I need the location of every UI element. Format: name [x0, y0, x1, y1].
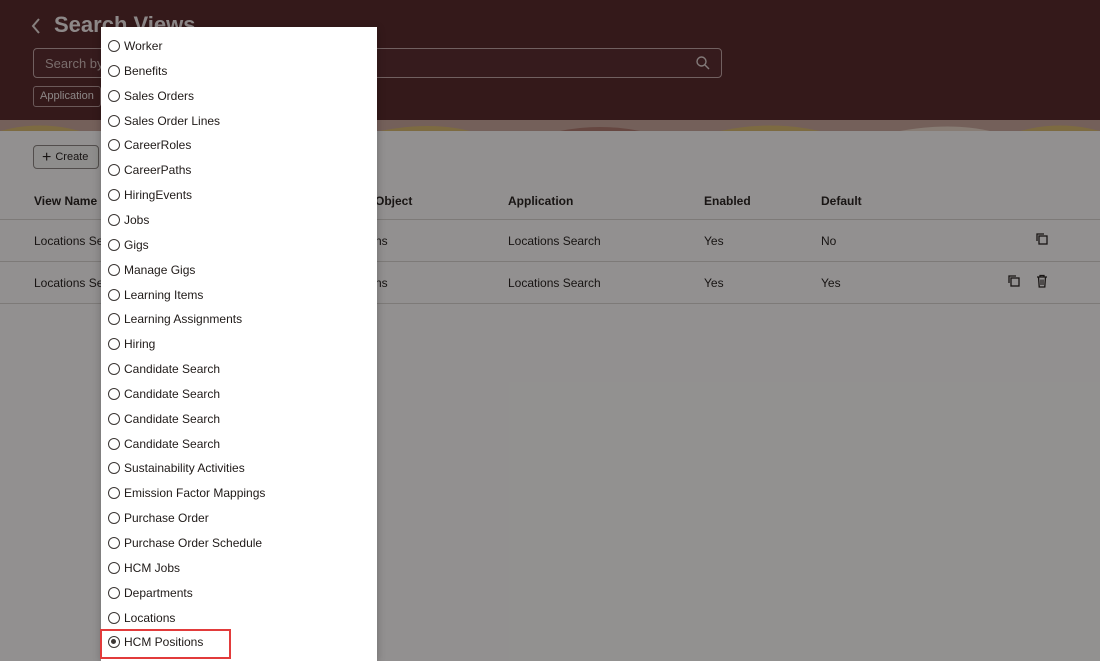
option-label: Learning Items — [124, 287, 204, 302]
radio-button[interactable] — [108, 288, 120, 301]
radio-button[interactable] — [108, 611, 120, 624]
option-item[interactable]: Manage Gigs — [101, 258, 377, 283]
radio-button[interactable] — [108, 537, 120, 549]
option-label: Candidate Search — [124, 386, 221, 401]
option-item[interactable]: Candidate Search — [101, 407, 377, 432]
radio-button[interactable] — [108, 363, 120, 376]
option-item[interactable]: Emission Factor Mappings — [101, 481, 377, 506]
option-label: Departments — [124, 585, 193, 600]
option-item[interactable]: Benefits — [101, 59, 377, 84]
radio-button[interactable] — [108, 338, 120, 351]
selection-highlight-box — [100, 629, 231, 659]
radio-button[interactable] — [108, 412, 120, 425]
radio-button[interactable] — [108, 487, 120, 500]
option-label: Emission Factor Mappings — [124, 486, 266, 501]
option-label: Candidate Search — [124, 436, 221, 451]
option-item[interactable]: Purchase Order — [101, 506, 377, 531]
option-item[interactable]: CareerRoles — [101, 133, 377, 158]
option-item[interactable]: HiringEvents — [101, 183, 377, 208]
radio-button[interactable] — [108, 213, 120, 226]
option-label: Manage Gigs — [124, 262, 196, 277]
option-label: Sales Order Lines — [124, 113, 221, 128]
option-item[interactable]: Candidate Search — [101, 382, 377, 407]
radio-button[interactable] — [108, 164, 120, 177]
radio-button[interactable] — [108, 40, 120, 52]
option-label: Learning Assignments — [124, 312, 243, 327]
option-item[interactable]: Sustainability Activities — [101, 456, 377, 481]
radio-button[interactable] — [108, 387, 120, 400]
option-label: Hiring — [124, 337, 156, 352]
radio-button[interactable] — [108, 89, 120, 102]
option-label: Candidate Search — [124, 362, 221, 377]
option-label: Sales Orders — [124, 88, 195, 103]
option-item[interactable]: Learning Items — [101, 283, 377, 308]
radio-button[interactable] — [108, 313, 120, 326]
option-item[interactable]: Worker — [101, 34, 377, 59]
radio-button[interactable] — [108, 512, 120, 525]
radio-button[interactable] — [108, 437, 120, 450]
radio-button[interactable] — [108, 64, 120, 77]
option-item[interactable]: Locations — [101, 606, 377, 631]
radio-button[interactable] — [108, 263, 120, 276]
option-item[interactable]: Candidate Search — [101, 432, 377, 457]
option-label: Candidate Search — [124, 411, 221, 426]
option-label: HiringEvents — [124, 188, 193, 203]
option-item[interactable]: Hiring — [101, 332, 377, 357]
option-label: Benefits — [124, 63, 168, 78]
option-label: HCM Jobs — [124, 560, 181, 575]
option-item[interactable]: CareerPaths — [101, 158, 377, 183]
radio-button[interactable] — [108, 561, 120, 574]
object-options-list: Worker Benefits Sales Orders Sales Order Li… — [101, 27, 377, 661]
option-label: Sustainability Activities — [124, 461, 245, 476]
option-item[interactable]: Sales Orders — [101, 84, 377, 109]
option-item[interactable]: Candidate Search — [101, 357, 377, 382]
radio-button[interactable] — [108, 114, 120, 127]
option-label: Purchase Order Schedule — [124, 536, 263, 550]
radio-button[interactable] — [108, 462, 120, 475]
option-label: Purchase Order — [124, 511, 209, 526]
option-label: CareerRoles — [124, 138, 192, 153]
radio-button[interactable] — [108, 586, 120, 599]
option-item[interactable]: Departments — [101, 581, 377, 606]
option-item[interactable]: Sales Order Lines — [101, 109, 377, 134]
option-label: Worker — [124, 39, 163, 53]
option-item[interactable]: HCM Jobs — [101, 556, 377, 581]
radio-button[interactable] — [108, 189, 120, 202]
option-label: Jobs — [124, 212, 150, 227]
option-item[interactable]: Gigs — [101, 233, 377, 258]
option-item[interactable]: Jobs — [101, 208, 377, 233]
option-label: CareerPaths — [124, 163, 192, 178]
radio-button[interactable] — [108, 238, 120, 251]
option-label: Gigs — [124, 237, 149, 252]
option-label: Locations — [124, 610, 176, 625]
option-item[interactable]: Learning Assignments — [101, 307, 377, 332]
radio-button[interactable] — [108, 139, 120, 152]
option-item[interactable]: Purchase Order Schedule — [101, 531, 377, 556]
